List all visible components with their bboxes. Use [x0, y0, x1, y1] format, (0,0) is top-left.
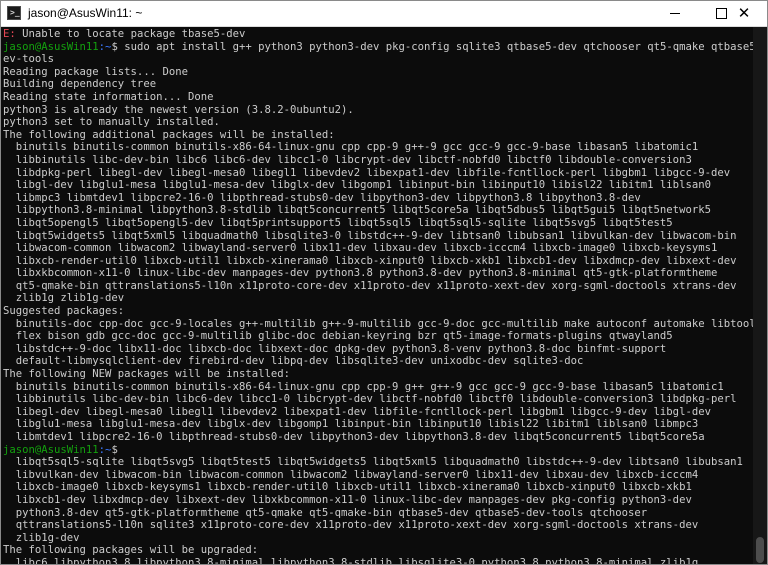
output-line: libqt5widgets5 libqt5xml5 libquadmath0 l…: [3, 229, 737, 242]
output-line: libglu1-mesa libglu1-mesa-dev libglx-dev…: [3, 418, 699, 431]
output-line: libqt5opengl5 libqt5opengl5-dev libqt5pr…: [3, 216, 673, 229]
output-line: qt5-qmake-bin qttranslations5-l10n x11pr…: [3, 279, 737, 292]
prompt-path: :~: [98, 443, 112, 456]
output-line: Reading package lists... Done: [3, 65, 188, 78]
output-line: libegl-dev libegl-mesa0 libegl1 libevdev…: [3, 405, 711, 418]
output-line: libgl-dev libglu1-mesa libglu1-mesa-dev …: [3, 179, 711, 192]
output-line: libbinutils libc-dev-bin libc6-dev libcc…: [3, 393, 737, 406]
output-line: qttranslations5-l10n sqlite3 x11proto-co…: [3, 519, 699, 532]
window-title: jason@AsusWin11: ~: [28, 6, 143, 20]
scrollbar-thumb[interactable]: [756, 537, 764, 563]
terminal-window: >_ jason@AsusWin11: ~ ✕ E: Unable to loc…: [0, 0, 768, 565]
output-line: libxcb-image0 libxcb-keysyms1 libxcb-ren…: [3, 481, 692, 494]
error-line: E: Unable to locate package tbase5-dev: [3, 28, 753, 41]
close-button[interactable]: ✕: [721, 1, 767, 26]
output-line: binutils binutils-common binutils-x86-64…: [3, 380, 724, 393]
output-line: libmtdev1 libpcre2-16-0 libpthread-stubs…: [3, 431, 705, 443]
output-line: binutils binutils-common binutils-x86-64…: [3, 141, 699, 154]
output-line: libxcb1-dev libxdmcp-dev libxext-dev lib…: [3, 493, 692, 506]
output-line: libstdc++-9-doc libx11-doc libxcb-doc li…: [3, 342, 667, 355]
terminal-icon: >_: [7, 6, 21, 20]
output-line: flex bison gdb gcc-doc gcc-9-multilib gl…: [3, 330, 673, 343]
output-line: Suggested packages:: [3, 305, 125, 318]
prompt-user-host: jason@AsusWin11: [3, 443, 99, 456]
output-line: libqt5sql5-sqlite libqt5svg5 libqt5test5…: [3, 456, 743, 469]
prompt-symbol: $: [111, 443, 118, 456]
output-line: python3 set to manually installed.: [3, 116, 220, 129]
output-line: python3.8-dev qt5-gtk-platformtheme qt5-…: [3, 506, 648, 519]
prompt-line: jason@AsusWin11:~$: [3, 444, 753, 457]
error-text: Unable to locate package tbase5-dev: [22, 28, 246, 40]
output-line: binutils-doc cpp-doc gcc-9-locales g++-m…: [3, 317, 753, 330]
prompt-user-host: jason@AsusWin11: [3, 40, 99, 53]
output-line: libdpkg-perl libegl-dev libegl-mesa0 lib…: [3, 166, 731, 179]
output-line: libbinutils libc-dev-bin libc6 libc6-dev…: [3, 153, 692, 166]
output-line: Reading state information... Done: [3, 90, 214, 103]
prompt-line: jason@AsusWin11:~$ sudo apt install g++ …: [3, 41, 753, 54]
terminal-output[interactable]: E: Unable to locate package tbase5-dev j…: [3, 28, 753, 565]
minimize-icon: [670, 13, 680, 14]
output-line: zlib1g zlib1g-dev: [3, 292, 125, 305]
output-line: The following packages will be upgraded:: [3, 544, 259, 557]
output-line: libpython3.8-minimal libpython3.8-stdlib…: [3, 204, 711, 217]
output-line: default-libmysqlclient-dev firebird-dev …: [3, 355, 584, 368]
output-line: libmpc3 libmtdev1 libpcre2-16-0 libpthre…: [3, 191, 641, 204]
vertical-scrollbar[interactable]: [753, 27, 767, 564]
output-line: zlib1g-dev: [3, 531, 80, 544]
apt-output-block: Reading package lists... Done Building de…: [3, 66, 753, 444]
apt-output-block: libqt5sql5-sqlite libqt5svg5 libqt5test5…: [3, 456, 753, 565]
output-line: libxkbcommon-x11-0 linux-libc-dev manpag…: [3, 267, 718, 280]
output-line: python3 is already the newest version (3…: [3, 103, 354, 116]
output-line: libc6 libpython3.8 libpython3.8-minimal …: [3, 556, 699, 565]
output-line: Building dependency tree: [3, 78, 157, 91]
prompt-path: :~: [98, 40, 112, 53]
error-prefix: E:: [3, 28, 23, 40]
output-line: libwacom-common libwacom2 libwayland-ser…: [3, 242, 718, 255]
output-line: libxcb-render-util0 libxcb-util1 libxcb-…: [3, 254, 737, 267]
title-bar[interactable]: >_ jason@AsusWin11: ~ ✕: [1, 1, 767, 27]
command-text: sudo apt install g++ python3 python3-dev…: [124, 40, 753, 53]
close-icon: ✕: [737, 4, 751, 22]
command-wrap-line: ev-tools: [3, 53, 55, 66]
output-line: The following additional packages will b…: [3, 128, 335, 141]
output-line: The following NEW packages will be insta…: [3, 368, 291, 381]
prompt-symbol: $: [111, 40, 125, 53]
minimize-button[interactable]: [652, 1, 698, 26]
output-line: libvulkan-dev libwacom-bin libwacom-comm…: [3, 468, 699, 481]
